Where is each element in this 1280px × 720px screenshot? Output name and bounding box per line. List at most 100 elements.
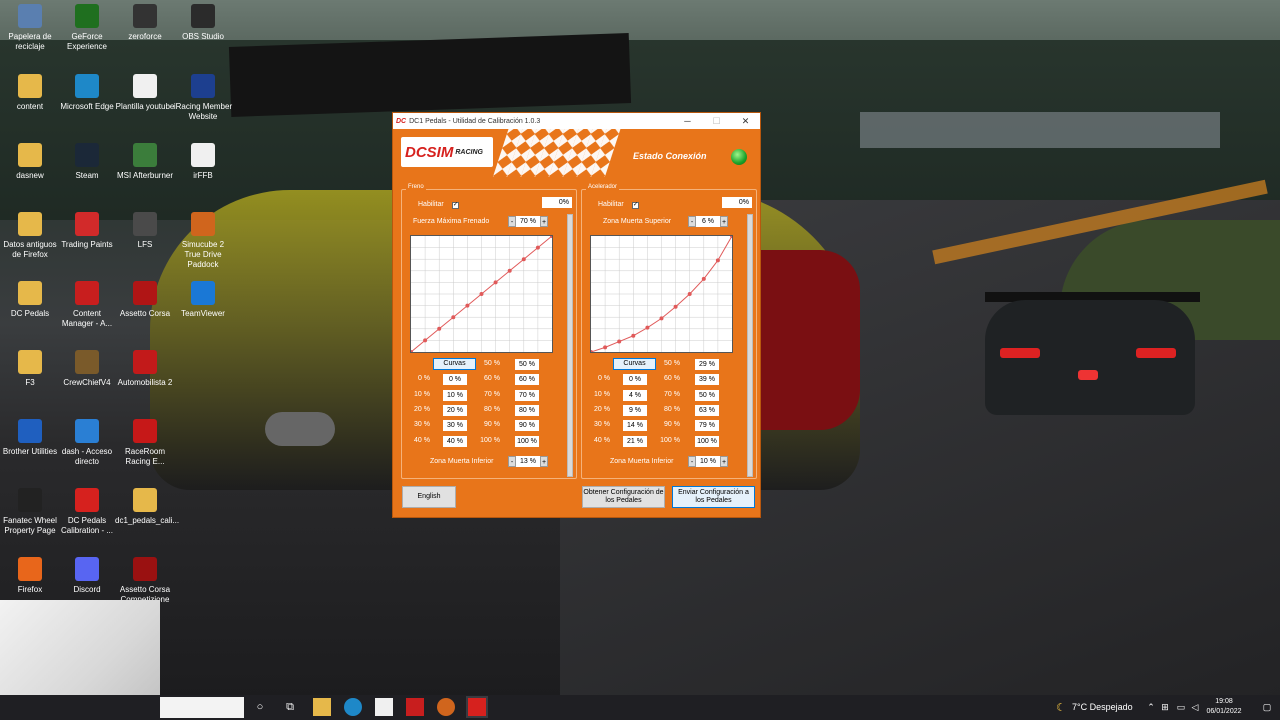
desktop-icon[interactable]: Assetto Corsa Competizione (115, 557, 175, 605)
brake-curve-value[interactable]: 0 % (443, 374, 467, 386)
brake-bottom-value[interactable]: 13 % (516, 456, 540, 467)
brake-curve-value[interactable]: 50 % (515, 359, 539, 370)
desktop-icon[interactable]: DC Pedals (0, 281, 60, 319)
taskbar-clock[interactable]: 19:08 06/01/2022 (1204, 697, 1244, 717)
brake-curve-point[interactable] (535, 245, 540, 250)
increment-button[interactable]: + (720, 456, 728, 467)
brake-curve-point[interactable] (479, 292, 484, 296)
throttle-curve-value[interactable]: 29 % (695, 359, 719, 370)
brake-curve-point[interactable] (465, 303, 470, 308)
desktop-icon[interactable]: Content Manager - A... (57, 281, 117, 329)
decrement-button[interactable]: - (688, 216, 696, 227)
throttle-curve-point[interactable] (603, 345, 608, 350)
taskbar-search-box[interactable] (160, 697, 244, 718)
content-manager-taskbar-icon[interactable] (406, 698, 424, 716)
brake-curve-value[interactable]: 100 % (515, 435, 539, 447)
decrement-button[interactable]: - (508, 456, 516, 467)
throttle-top-stepper[interactable]: - 6 % + (688, 216, 728, 227)
brake-curve-value[interactable]: 90 % (515, 420, 539, 432)
throttle-curves-button[interactable]: Curvas (613, 358, 656, 370)
throttle-enable-checkbox[interactable]: ✓ (632, 202, 639, 209)
brake-curves-button[interactable]: Curvas (433, 358, 476, 370)
throttle-curve-value[interactable]: 0 % (623, 374, 647, 386)
brake-curve-value[interactable]: 20 % (443, 404, 467, 416)
dc-pedals-taskbar-icon[interactable] (466, 696, 488, 718)
throttle-curve-point[interactable] (715, 258, 720, 263)
throttle-curve-point[interactable] (591, 350, 593, 352)
desktop-icon[interactable]: zeroforce (115, 4, 175, 42)
throttle-curve-value[interactable]: 9 % (623, 404, 647, 416)
throttle-curve-value[interactable]: 50 % (695, 389, 719, 401)
simucube-taskbar-icon[interactable] (437, 698, 455, 716)
brake-bottom-stepper[interactable]: - 13 % + (508, 456, 548, 467)
edge-taskbar-icon[interactable] (344, 698, 362, 716)
send-config-button[interactable]: Enviar Configuración a los Pedales (672, 486, 755, 508)
get-config-button[interactable]: Obtener Configuración de los Pedales (582, 486, 665, 508)
desktop-icon[interactable]: Assetto Corsa (115, 281, 175, 319)
desktop-icon[interactable]: Datos antiguos de Firefox (0, 212, 60, 260)
throttle-curve-value[interactable]: 21 % (623, 435, 647, 447)
desktop-icon[interactable]: GeForce Experience (57, 4, 117, 52)
throttle-curve-value[interactable]: 14 % (623, 420, 647, 432)
brake-curve-point[interactable] (451, 315, 456, 320)
brake-curve-value[interactable]: 70 % (515, 389, 539, 401)
desktop-icon[interactable]: Trading Paints (57, 212, 117, 250)
file-explorer-icon[interactable] (313, 698, 331, 716)
throttle-curve-point[interactable] (645, 325, 650, 330)
desktop-icon[interactable]: dash - Acceso directo (57, 419, 117, 467)
throttle-bottom-value[interactable]: 10 % (696, 456, 720, 467)
throttle-curve-value[interactable]: 4 % (623, 389, 647, 401)
desktop-icon[interactable]: Discord (57, 557, 117, 595)
desktop-icon[interactable]: LFS (115, 212, 175, 250)
throttle-top-value[interactable]: 6 % (696, 216, 720, 227)
throttle-curve-point[interactable] (617, 339, 622, 344)
desktop-icon[interactable]: dasnew (0, 143, 60, 181)
notifications-icon[interactable]: ▢ (1258, 698, 1276, 716)
increment-button[interactable]: + (720, 216, 728, 227)
brake-enable-checkbox[interactable]: ✓ (452, 202, 459, 209)
desktop-icon[interactable]: MSI Afterburner (115, 143, 175, 181)
brake-curve-value[interactable]: 10 % (443, 389, 467, 401)
throttle-curve-point[interactable] (631, 333, 636, 338)
desktop-icon[interactable]: Automobilista 2 (115, 350, 175, 388)
desktop-icon[interactable]: Steam (57, 143, 117, 181)
desktop-icon[interactable]: OBS Studio (173, 4, 233, 42)
minimize-button[interactable]: ─ (673, 116, 702, 127)
task-view-icon[interactable]: ⧉ (281, 698, 299, 716)
throttle-curve-point[interactable] (687, 292, 692, 296)
brake-curve-value[interactable]: 60 % (515, 374, 539, 386)
desktop-icon[interactable]: iRacing Member Website (173, 74, 233, 122)
brake-curve-point[interactable] (493, 280, 498, 285)
desktop-icon[interactable]: TeamViewer (173, 281, 233, 319)
decrement-button[interactable]: - (688, 456, 696, 467)
throttle-bottom-stepper[interactable]: - 10 % + (688, 456, 728, 467)
desktop-icon[interactable]: Firefox (0, 557, 60, 595)
brake-top-stepper[interactable]: - 70 % + (508, 216, 548, 227)
desktop-icon[interactable]: Microsoft Edge (57, 74, 117, 112)
desktop-icon[interactable]: CrewChiefV4 (57, 350, 117, 388)
desktop-icon[interactable]: irFFB (173, 143, 233, 181)
brake-top-value[interactable]: 70 % (516, 216, 540, 227)
desktop-icon[interactable]: dc1_pedals_cali... (115, 488, 179, 526)
maximize-button[interactable]: ☐ (702, 116, 731, 127)
increment-button[interactable]: + (540, 216, 548, 227)
desktop-icon[interactable]: Brother Utilities (0, 419, 60, 457)
desktop-icon[interactable]: content (0, 74, 60, 112)
brake-curve-value[interactable]: 40 % (443, 435, 467, 447)
throttle-curve-point[interactable] (673, 304, 678, 309)
desktop-icon[interactable]: Fanatec Wheel Property Page (0, 488, 60, 536)
brake-curve-point[interactable] (521, 257, 526, 262)
language-button[interactable]: English (402, 486, 456, 508)
volume-icon[interactable]: ◁ (1186, 698, 1204, 716)
throttle-curve-point[interactable] (701, 276, 706, 281)
throttle-curve-value[interactable]: 100 % (695, 435, 719, 447)
brake-curve-value[interactable]: 80 % (515, 404, 539, 416)
desktop-icon[interactable]: F3 (0, 350, 60, 388)
brake-curve-point[interactable] (423, 338, 428, 343)
close-button[interactable]: ✕ (731, 116, 760, 127)
throttle-curve-value[interactable]: 63 % (695, 404, 719, 416)
desktop-icon[interactable]: RaceRoom Racing E... (115, 419, 175, 467)
brake-curve-value[interactable]: 30 % (443, 420, 467, 432)
throttle-curve-point[interactable] (659, 316, 664, 321)
throttle-curve-value[interactable]: 39 % (695, 374, 719, 386)
